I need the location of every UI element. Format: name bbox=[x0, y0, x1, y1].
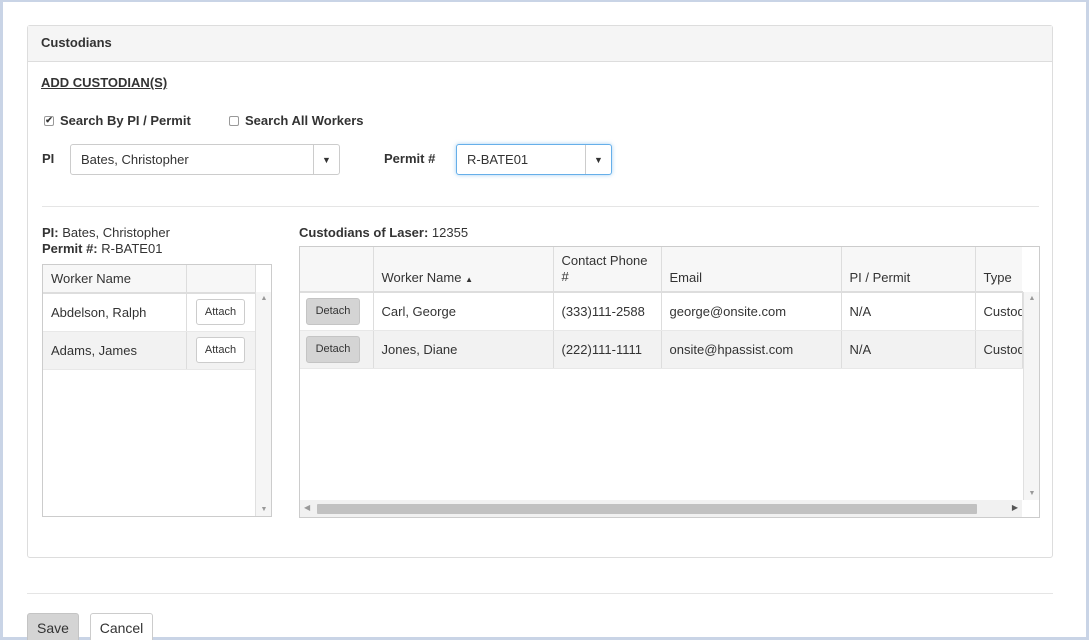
search-all-workers-label: Search All Workers bbox=[245, 113, 364, 128]
custodian-grid-vscrollbar[interactable]: ▲ ▼ bbox=[1023, 292, 1039, 500]
pi-info-value: Bates, Christopher bbox=[62, 225, 170, 240]
scroll-down-icon[interactable]: ▼ bbox=[1024, 490, 1039, 497]
pi-permit-cell: N/A bbox=[841, 330, 976, 369]
table-row: Detach Jones, Diane (222)111-1111 onsite… bbox=[300, 330, 1023, 369]
worker-name-cell: Jones, Diane bbox=[373, 330, 554, 369]
table-row: Abdelson, Ralph Attach bbox=[43, 293, 256, 332]
custodian-grid: Worker Name ▲ Contact Phone # Email PI /… bbox=[299, 246, 1040, 518]
attach-button[interactable]: Attach bbox=[196, 299, 245, 326]
custodian-caption-label: Custodians of Laser: bbox=[299, 225, 429, 240]
pi-permit-header[interactable]: PI / Permit bbox=[841, 247, 976, 293]
cancel-button[interactable]: Cancel bbox=[90, 613, 153, 640]
custodian-grid-hscrollbar[interactable]: ◀ ▶ bbox=[300, 500, 1022, 517]
permit-info-label: Permit #: bbox=[42, 241, 98, 256]
worker-name-cell: Adams, James bbox=[43, 331, 187, 370]
worker-grid: Worker Name Abdelson, Ralph Attach Adams… bbox=[42, 264, 272, 517]
pi-label: PI bbox=[42, 151, 55, 166]
search-all-workers-option[interactable]: Search All Workers bbox=[229, 113, 364, 128]
scroll-left-icon[interactable]: ◀ bbox=[304, 503, 310, 512]
permit-select-value: R-BATE01 bbox=[467, 152, 529, 167]
sort-ascending-icon: ▲ bbox=[465, 275, 473, 284]
chevron-down-icon[interactable]: ▼ bbox=[585, 145, 611, 174]
type-cell: Custod bbox=[975, 330, 1023, 369]
check-icon: ✔ bbox=[45, 115, 53, 125]
laser-id-value: 12355 bbox=[431, 225, 469, 240]
pi-permit-cell: N/A bbox=[841, 292, 976, 331]
footer-divider bbox=[27, 593, 1053, 594]
search-by-pi-label: Search By PI / Permit bbox=[60, 113, 191, 128]
email-header[interactable]: Email bbox=[661, 247, 842, 293]
scroll-up-icon[interactable]: ▲ bbox=[1024, 295, 1039, 302]
pi-info-label: PI: bbox=[42, 225, 59, 240]
table-row: Adams, James Attach bbox=[43, 331, 256, 370]
worker-name-header[interactable]: Worker Name ▲ bbox=[373, 247, 554, 293]
worker-grid-scrollbar[interactable]: ▲ ▼ bbox=[255, 292, 271, 516]
worker-name-header[interactable]: Worker Name bbox=[43, 265, 187, 294]
search-all-workers-checkbox[interactable] bbox=[229, 115, 239, 126]
add-custodians-link[interactable]: ADD CUSTODIAN(S) bbox=[41, 75, 167, 90]
scroll-up-icon[interactable]: ▲ bbox=[256, 295, 271, 302]
detach-button[interactable]: Detach bbox=[306, 335, 360, 363]
scroll-thumb[interactable] bbox=[317, 504, 977, 514]
contact-phone-header[interactable]: Contact Phone # bbox=[553, 247, 662, 293]
worker-action-header bbox=[186, 265, 256, 294]
pi-select[interactable]: Bates, Christopher ▼ bbox=[70, 144, 340, 175]
permit-label: Permit # bbox=[384, 151, 436, 166]
divider bbox=[42, 206, 1039, 207]
panel-title: Custodians bbox=[28, 26, 1052, 62]
phone-cell: (222)111-1111 bbox=[553, 330, 662, 369]
detach-button[interactable]: Detach bbox=[306, 297, 360, 325]
custodians-panel: Custodians ADD CUSTODIAN(S) ✔ Search By … bbox=[27, 25, 1053, 558]
email-cell: onsite@hpassist.com bbox=[661, 330, 842, 369]
permit-select[interactable]: R-BATE01 ▼ bbox=[456, 144, 612, 175]
pi-select-value: Bates, Christopher bbox=[81, 152, 189, 167]
worker-name-cell: Abdelson, Ralph bbox=[43, 293, 187, 332]
type-header[interactable]: Type bbox=[975, 247, 1022, 293]
selected-pi-info: PI: Bates, Christopher Permit #: R-BATE0… bbox=[42, 225, 170, 257]
attach-button[interactable]: Attach bbox=[196, 337, 245, 363]
action-header bbox=[300, 247, 374, 293]
phone-cell: (333)111-2588 bbox=[553, 292, 662, 331]
permit-info-value: R-BATE01 bbox=[101, 241, 163, 256]
chevron-down-icon[interactable]: ▼ bbox=[313, 145, 339, 174]
search-by-pi-checkbox[interactable]: ✔ bbox=[44, 115, 54, 126]
table-row: Detach Carl, George (333)111-2588 george… bbox=[300, 292, 1023, 331]
save-button[interactable]: Save bbox=[27, 613, 79, 640]
worker-name-cell: Carl, George bbox=[373, 292, 554, 331]
type-cell: Custod bbox=[975, 292, 1023, 331]
email-cell: george@onsite.com bbox=[661, 292, 842, 331]
worker-name-header-label: Worker Name bbox=[381, 270, 462, 285]
custodian-grid-caption: Custodians of Laser: 12355 bbox=[299, 225, 468, 240]
search-by-pi-option[interactable]: ✔ Search By PI / Permit bbox=[44, 113, 191, 128]
scroll-down-icon[interactable]: ▼ bbox=[256, 506, 271, 513]
scroll-right-icon[interactable]: ▶ bbox=[1012, 503, 1018, 512]
